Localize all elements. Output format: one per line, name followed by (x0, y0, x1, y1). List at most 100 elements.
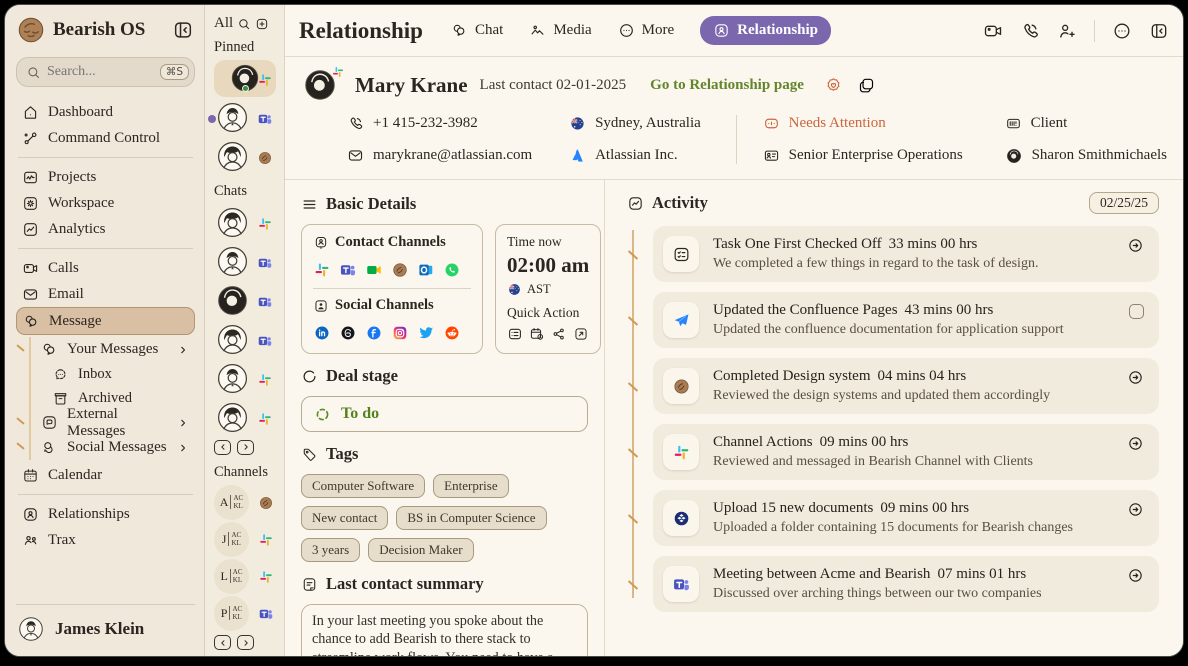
email-icon (347, 147, 364, 164)
share-nodes-icon[interactable] (551, 326, 567, 342)
favorite-badge-button[interactable] (824, 76, 843, 95)
activity-item[interactable]: Meeting between Acme and Bearish07 mins … (653, 556, 1159, 612)
phone-icon (347, 115, 364, 132)
user-footer[interactable]: James Klein (16, 604, 195, 644)
chats-prev-button[interactable] (214, 440, 231, 455)
sidebar-item-your-messages[interactable]: Your Messages (31, 337, 195, 362)
pinned-conversation[interactable] (214, 138, 276, 175)
activity-item[interactable]: Updated the Confluence Pages43 mins 00 h… (653, 292, 1159, 348)
sidebar-item-calls[interactable]: Calls (16, 255, 195, 281)
open-activity-button[interactable] (1127, 567, 1144, 587)
chats-next-button[interactable] (237, 440, 254, 455)
add-person-icon[interactable] (1057, 21, 1077, 41)
contact-name: Mary Krane (355, 73, 468, 98)
activity-item[interactable]: Completed Design system04 mins 04 hrs Re… (653, 358, 1159, 414)
tag-pill[interactable]: 3 years (301, 538, 360, 562)
more-options-icon[interactable] (1112, 21, 1132, 41)
google-meet-icon[interactable] (365, 261, 383, 279)
sidebar-collapse-button[interactable] (171, 18, 195, 42)
chat-conversation[interactable] (214, 204, 276, 241)
sidebar-item-workspace[interactable]: Workspace (16, 190, 195, 216)
channels-next-button[interactable] (237, 635, 254, 650)
pinned-conversation[interactable] (214, 60, 276, 97)
sidebar-item-email[interactable]: Email (16, 281, 195, 307)
open-activity-button[interactable] (1127, 237, 1144, 257)
video-call-icon[interactable] (983, 21, 1003, 41)
search-icon[interactable] (237, 17, 251, 31)
sidebar-item-external-messages[interactable]: External Messages (31, 410, 195, 435)
chat-conversation[interactable] (214, 243, 276, 280)
sidebar-item-inbox[interactable]: Inbox (31, 362, 195, 386)
channels-prev-button[interactable] (214, 635, 231, 650)
chat-conversation[interactable] (214, 321, 276, 358)
tag-pill[interactable]: Enterprise (433, 474, 508, 498)
channel-item[interactable]: PACKL (214, 596, 276, 631)
sidebar-item-social-messages[interactable]: Social Messages (31, 435, 195, 460)
linkedin-icon[interactable] (313, 324, 331, 342)
threads-icon[interactable] (339, 324, 357, 342)
activity-item[interactable]: Upload 15 new documents09 mins 00 hrs Up… (653, 490, 1159, 546)
outlook-icon[interactable] (417, 261, 435, 279)
channel-item[interactable]: AACKL (214, 485, 276, 520)
channel-item[interactable]: LACKL (214, 559, 276, 594)
twitter-icon[interactable] (417, 324, 435, 342)
bearish-logo-icon (16, 15, 46, 45)
facebook-icon[interactable] (365, 324, 383, 342)
sidebar-item-calendar[interactable]: Calendar (16, 462, 195, 488)
pinned-conversation[interactable] (214, 99, 276, 136)
tag-pill[interactable]: Computer Software (301, 474, 425, 498)
sidebar-item-dashboard[interactable]: Dashboard (16, 99, 195, 125)
channel-item[interactable]: JACKL (214, 522, 276, 557)
sidebar-item-label: Dashboard (48, 104, 113, 121)
activity-date-badge[interactable]: 02/25/25 (1089, 192, 1159, 214)
chat-conversation[interactable] (214, 282, 276, 319)
open-activity-button[interactable] (1127, 369, 1144, 389)
tab-relationship[interactable]: Relationship (700, 16, 831, 45)
instagram-icon[interactable] (391, 324, 409, 342)
activity-item-desc: Uploaded a folder containing 15 document… (713, 520, 1073, 536)
arrow-circle-icon (1127, 435, 1144, 452)
calendar-clock-icon[interactable] (529, 326, 545, 342)
bearish-coin-icon[interactable] (391, 261, 409, 279)
tag-pill[interactable]: New contact (301, 506, 388, 530)
deal-stage-select[interactable]: To do (301, 396, 588, 432)
go-to-relationship-link[interactable]: Go to Relationship page (650, 77, 804, 94)
task-card-icon[interactable] (507, 326, 523, 342)
activity-item[interactable]: Task One First Checked Off33 mins 00 hrs… (653, 226, 1159, 282)
filter-all[interactable]: All (214, 15, 233, 32)
copy-stack-button[interactable] (857, 76, 876, 95)
tab-chat[interactable]: Chat (451, 22, 503, 39)
teams-icon[interactable] (339, 261, 357, 279)
sidebar-item-label: Social Messages (67, 439, 167, 456)
activity-icon (627, 195, 644, 212)
open-activity-button[interactable] (1127, 501, 1144, 521)
company-value: Atlassian Inc. (595, 147, 677, 164)
search-input[interactable] (47, 64, 133, 80)
sidebar-item-analytics[interactable]: Analytics (16, 216, 195, 242)
tab-media[interactable]: Media (529, 22, 591, 39)
tab-more[interactable]: More (618, 22, 675, 39)
add-conversation-icon[interactable] (255, 17, 269, 31)
divider (18, 248, 193, 249)
reddit-icon[interactable] (443, 324, 461, 342)
media-icon (529, 22, 546, 39)
slack-icon[interactable] (313, 261, 331, 279)
open-link-icon[interactable] (573, 326, 589, 342)
sidebar-item-command-control[interactable]: Command Control (16, 125, 195, 151)
tag-pill[interactable]: Decision Maker (368, 538, 473, 562)
activity-checkbox[interactable] (1129, 304, 1144, 319)
tag-pill[interactable]: BS in Computer Science (396, 506, 546, 530)
search-box[interactable]: ⌘S (16, 57, 195, 87)
phone-call-icon[interactable] (1020, 21, 1040, 41)
chat-conversation[interactable] (214, 360, 276, 397)
collapse-panel-icon[interactable] (1149, 21, 1169, 41)
analytics-icon (22, 221, 39, 238)
open-activity-button[interactable] (1127, 435, 1144, 455)
whatsapp-icon[interactable] (443, 261, 461, 279)
sidebar-item-trax[interactable]: Trax (16, 527, 195, 553)
sidebar-item-relationships[interactable]: Relationships (16, 501, 195, 527)
chat-conversation[interactable] (214, 399, 276, 436)
sidebar-item-projects[interactable]: Projects (16, 164, 195, 190)
sidebar-item-message[interactable]: Message (16, 307, 195, 335)
activity-item[interactable]: Channel Actions09 mins 00 hrs Reviewed a… (653, 424, 1159, 480)
